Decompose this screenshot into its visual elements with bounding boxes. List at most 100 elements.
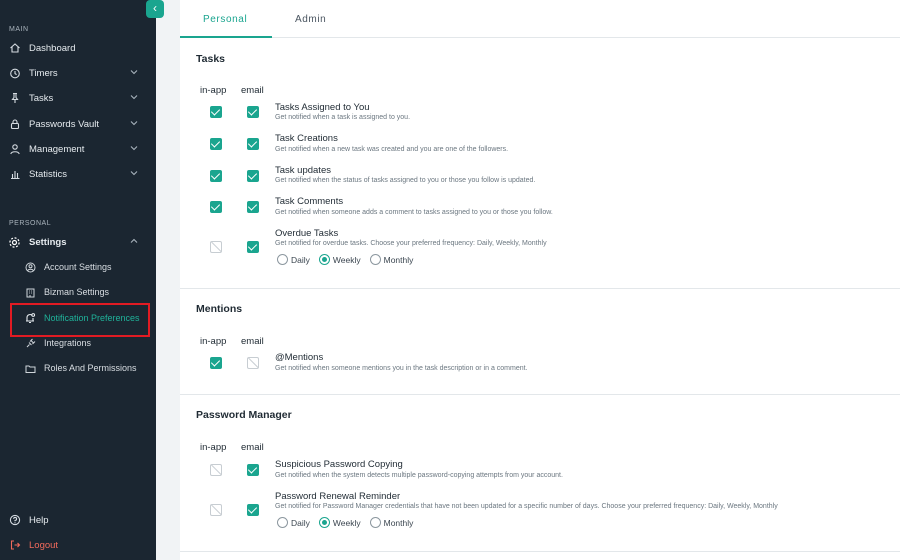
plug-icon [24, 337, 36, 349]
tasks-assigned-email-checkbox[interactable] [247, 106, 259, 118]
column-header-inapp: in-app [200, 85, 227, 96]
notification-preferences-panel: Personal Admin Tasks in-app email Tasks … [180, 0, 900, 560]
section-label-personal: PERSONAL [9, 220, 52, 227]
setting-title: Password Renewal Reminder [275, 491, 401, 502]
section-label-main: MAIN [9, 26, 29, 33]
frequency-weekly-radio[interactable]: Weekly [318, 517, 361, 528]
user-icon [8, 143, 21, 156]
collapse-sidebar-button[interactable]: ‹ [146, 0, 164, 18]
password-renewal-email-checkbox[interactable] [247, 504, 259, 516]
column-header-email: email [241, 336, 264, 347]
sidebar-item-logout[interactable]: Logout [8, 535, 148, 555]
setting-description: Get notified when someone mentions you i… [275, 365, 528, 372]
setting-title: Suspicious Password Copying [275, 459, 403, 470]
chevron-down-icon [130, 144, 138, 155]
sidebar-subitem-integrations[interactable]: Integrations [24, 333, 152, 353]
renewal-frequency-radio-group: Daily Weekly Monthly [277, 517, 422, 528]
logout-icon [8, 539, 21, 552]
section-title-mentions: Mentions [196, 303, 243, 315]
setting-title: Tasks Assigned to You [275, 102, 370, 113]
chevron-down-icon [130, 169, 138, 180]
suspicious-copying-email-checkbox[interactable] [247, 464, 259, 476]
sidebar-item-label: Timers [29, 67, 58, 79]
sidebar-item-dashboard[interactable]: Dashboard [8, 38, 148, 58]
sidebar-item-label: Dashboard [29, 42, 76, 54]
chevron-down-icon [130, 119, 138, 130]
section-title-password-manager: Password Manager [196, 409, 292, 421]
column-header-inapp: in-app [200, 442, 227, 453]
frequency-monthly-radio[interactable]: Monthly [369, 517, 413, 528]
task-comments-inapp-checkbox[interactable] [210, 201, 222, 213]
suspicious-copying-inapp-checkbox[interactable] [210, 464, 222, 476]
setting-description: Get notified when a task is assigned to … [275, 114, 411, 121]
setting-title: Overdue Tasks [275, 228, 339, 239]
setting-title: @Mentions [275, 352, 324, 363]
sidebar-subitem-roles-permissions[interactable]: Roles And Permissions [24, 358, 152, 378]
sidebar-subitem-label: Bizman Settings [44, 287, 110, 297]
sidebar-item-label: Statistics [29, 168, 68, 180]
task-updates-email-checkbox[interactable] [247, 170, 259, 182]
sidebar-item-help[interactable]: Help [8, 510, 148, 530]
sidebar-subitem-label: Roles And Permissions [44, 363, 137, 373]
sidebar-item-tasks[interactable]: Tasks [8, 88, 148, 108]
tab-admin[interactable]: Admin [295, 14, 326, 25]
column-header-inapp: in-app [200, 336, 227, 347]
password-renewal-inapp-checkbox[interactable] [210, 504, 222, 516]
frequency-monthly-radio[interactable]: Monthly [369, 254, 413, 265]
frequency-daily-radio[interactable]: Daily [277, 517, 310, 528]
clock-icon [8, 67, 21, 80]
sidebar-item-statistics[interactable]: Statistics [8, 164, 148, 184]
overdue-tasks-email-checkbox[interactable] [247, 241, 259, 253]
setting-description: Get notified for overdue tasks. Choose y… [275, 240, 547, 247]
sidebar-item-label: Management [29, 143, 85, 155]
gear-icon [8, 236, 21, 249]
chevron-down-icon [130, 93, 138, 104]
section-divider [180, 288, 900, 289]
sidebar-subitem-label: Account Settings [44, 262, 112, 272]
building-icon [24, 286, 36, 298]
active-tab-indicator [180, 36, 272, 38]
overdue-frequency-radio-group: Daily Weekly Monthly [277, 254, 422, 265]
mentions-email-checkbox[interactable] [247, 357, 259, 369]
section-divider [180, 551, 900, 552]
task-creations-inapp-checkbox[interactable] [210, 138, 222, 150]
sidebar-item-timers[interactable]: Timers [8, 63, 148, 83]
sidebar-subitem-label: Integrations [44, 338, 92, 348]
sidebar-item-passwords-vault[interactable]: Passwords Vault [8, 114, 148, 134]
frequency-daily-radio[interactable]: Daily [277, 254, 310, 265]
frequency-weekly-radio[interactable]: Weekly [318, 254, 361, 265]
sidebar-item-label: Logout [29, 539, 59, 551]
sidebar-item-settings[interactable]: Settings [8, 232, 148, 252]
sidebar-item-label: Settings [29, 236, 67, 248]
home-icon [8, 42, 21, 55]
help-icon [8, 514, 21, 527]
tab-bar: Personal Admin [180, 0, 900, 38]
setting-title: Task updates [275, 165, 331, 176]
tasks-assigned-inapp-checkbox[interactable] [210, 106, 222, 118]
overdue-tasks-inapp-checkbox[interactable] [210, 241, 222, 253]
task-creations-email-checkbox[interactable] [247, 138, 259, 150]
setting-title: Task Comments [275, 196, 344, 207]
highlight-annotation-box [10, 303, 150, 337]
setting-title: Task Creations [275, 133, 338, 144]
setting-description: Get notified when the status of tasks as… [275, 177, 536, 184]
sidebar-subitem-bizman-settings[interactable]: Bizman Settings [24, 282, 152, 302]
tab-personal[interactable]: Personal [203, 14, 247, 25]
task-updates-inapp-checkbox[interactable] [210, 170, 222, 182]
section-divider [180, 394, 900, 395]
column-header-email: email [241, 85, 264, 96]
setting-description: Get notified when a new task was created… [275, 146, 509, 153]
sidebar-subitem-account-settings[interactable]: Account Settings [24, 257, 152, 277]
folder-key-icon [24, 362, 36, 374]
lock-icon [8, 118, 21, 131]
setting-description: Get notified when the system detects mul… [275, 472, 563, 479]
sidebar-item-management[interactable]: Management [8, 139, 148, 159]
sidebar: MAIN Dashboard Timers Tasks Passwords Va… [0, 0, 156, 560]
task-comments-email-checkbox[interactable] [247, 201, 259, 213]
sidebar-item-label: Tasks [29, 92, 54, 104]
column-header-email: email [241, 442, 264, 453]
setting-description: Get notified when someone adds a comment… [275, 209, 553, 216]
mentions-inapp-checkbox[interactable] [210, 357, 222, 369]
pin-icon [8, 92, 21, 105]
sidebar-item-label: Help [29, 514, 49, 526]
